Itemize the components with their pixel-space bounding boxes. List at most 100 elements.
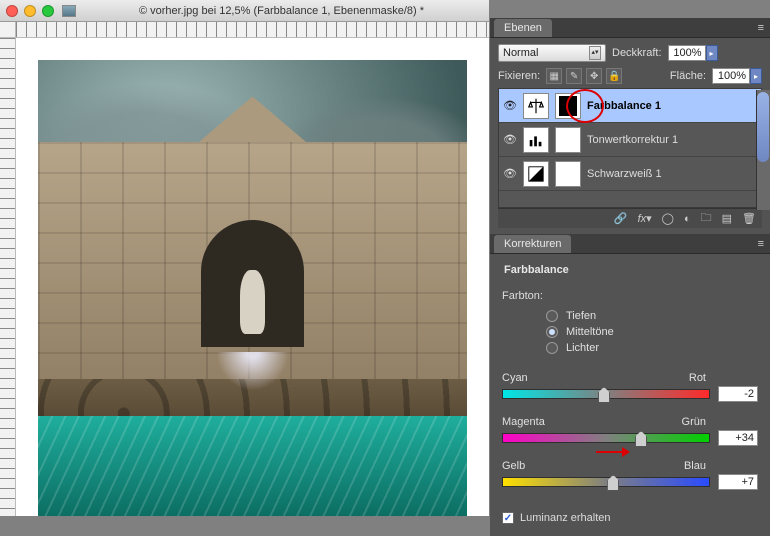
fill-input[interactable] <box>712 68 750 84</box>
layer-name-label: Farbbalance 1 <box>587 100 661 112</box>
layer-mask-thumb[interactable] <box>555 127 581 153</box>
document-proxy-icon[interactable] <box>62 5 76 17</box>
close-window-button[interactable] <box>6 5 18 17</box>
opacity-flyout-icon[interactable]: ▸ <box>706 45 718 61</box>
visibility-toggle-icon[interactable]: 👁 <box>503 99 517 113</box>
layer-name-label: Tonwertkorrektur 1 <box>587 134 678 146</box>
radio-label: Tiefen <box>566 310 596 322</box>
slider-track[interactable] <box>502 477 710 487</box>
adjustments-panel-body: Farbbalance Farbton: Tiefen Mitteltöne Lic… <box>490 254 770 536</box>
window-titlebar[interactable]: © vorher.jpg bei 12,5% (Farbbalance 1, E… <box>0 0 489 22</box>
radio-icon[interactable] <box>546 342 558 354</box>
tone-option-mitteltöne[interactable]: Mitteltöne <box>546 326 758 338</box>
link-layers-icon[interactable]: 🔗 <box>614 212 628 225</box>
preserve-luminosity-row[interactable]: ✓ Luminanz erhalten <box>502 512 758 524</box>
layer-row-farbbalance-1[interactable]: 👁 Farbbalance 1 <box>499 89 761 123</box>
document-image[interactable] <box>38 60 467 516</box>
radio-label: Mitteltöne <box>566 326 614 338</box>
blend-mode-select[interactable]: Normal ▴▾ <box>498 44 606 62</box>
slider-handle[interactable] <box>607 475 619 491</box>
zoom-window-button[interactable] <box>42 5 54 17</box>
slider-cyan-rot: Cyan Rot <box>502 372 758 402</box>
tone-label: Farbton: <box>502 290 543 302</box>
adjustment-thumb[interactable] <box>523 127 549 153</box>
tone-option-lichter[interactable]: Lichter <box>546 342 758 354</box>
slider-right-label: Rot <box>689 372 706 384</box>
adjustment-thumb[interactable] <box>523 93 549 119</box>
lock-transparency-icon[interactable]: ▦ <box>546 68 562 84</box>
ruler-origin[interactable] <box>0 22 16 38</box>
tab-ebenen[interactable]: Ebenen <box>494 19 552 37</box>
slider-handle[interactable] <box>598 387 610 403</box>
slider-handle[interactable] <box>635 431 647 447</box>
layers-footer: 🔗 fx▾ ◯ ◐ 🗀 ▤ 🗑 <box>498 208 762 228</box>
adjustments-panel: Korrekturen ≡ Farbbalance Farbton: Tiefe… <box>490 234 770 536</box>
adjustment-heading: Farbbalance <box>504 264 758 276</box>
lock-pixels-icon[interactable]: ✎ <box>566 68 582 84</box>
layers-panel-tabrow: Ebenen ≡ <box>490 18 770 38</box>
layer-fx-icon[interactable]: fx▾ <box>638 212 652 225</box>
visibility-toggle-icon[interactable]: 👁 <box>503 167 517 181</box>
opacity-input[interactable] <box>668 45 706 61</box>
layer-row-tonwertkorrektur-1[interactable]: 👁 Tonwertkorrektur 1 <box>499 123 761 157</box>
new-adjustment-icon[interactable]: ◐ <box>684 213 691 225</box>
lock-label: Fixieren: <box>498 70 540 82</box>
slider-magenta-grün: Magenta Grün <box>502 416 758 446</box>
tone-radio-group: Tiefen Mitteltöne Lichter <box>536 310 758 354</box>
slider-value-input[interactable] <box>718 474 758 490</box>
stepper-icon: ▴▾ <box>589 46 601 60</box>
fill-flyout-icon[interactable]: ▸ <box>750 68 762 84</box>
slider-value-input[interactable] <box>718 430 758 446</box>
slider-value-input[interactable] <box>718 386 758 402</box>
slider-track[interactable] <box>502 389 710 399</box>
slider-gelb-blau: Gelb Blau <box>502 460 758 490</box>
canvas-area[interactable] <box>0 22 489 516</box>
delete-layer-icon[interactable]: 🗑 <box>742 212 756 225</box>
lock-all-icon[interactable]: 🔒 <box>606 68 622 84</box>
visibility-toggle-icon[interactable]: 👁 <box>503 133 517 147</box>
slider-left-label: Cyan <box>502 372 528 384</box>
radio-icon[interactable] <box>546 326 558 338</box>
panel-dock: Ebenen ≡ Normal ▴▾ Deckkraft: ▸ Fixieren… <box>490 18 770 516</box>
slider-left-label: Magenta <box>502 416 545 428</box>
opacity-label: Deckkraft: <box>612 47 662 59</box>
layer-list[interactable]: 👁 Farbbalance 1 👁 Tonwertkorrektur 1 👁 Schwar… <box>498 88 762 208</box>
minimize-window-button[interactable] <box>24 5 36 17</box>
layer-mask-thumb[interactable] <box>555 93 581 119</box>
slider-right-label: Grün <box>682 416 706 428</box>
slider-left-label: Gelb <box>502 460 525 472</box>
annotation-arrow-icon <box>596 447 630 457</box>
horizontal-ruler[interactable] <box>16 22 489 38</box>
adjustments-panel-tabrow: Korrekturen ≡ <box>490 234 770 254</box>
preserve-luminosity-checkbox[interactable]: ✓ <box>502 512 514 524</box>
blend-mode-value: Normal <box>503 47 538 59</box>
new-group-icon[interactable]: 🗀 <box>701 209 712 228</box>
opacity-field[interactable]: ▸ <box>668 45 718 61</box>
color-balance-sliders: Cyan Rot Magenta Grün Gelb Blau <box>502 372 758 490</box>
tab-korrekturen[interactable]: Korrekturen <box>494 235 571 253</box>
layer-name-label: Schwarzweiß 1 <box>587 168 662 180</box>
vertical-ruler[interactable] <box>0 38 16 516</box>
radio-icon[interactable] <box>546 310 558 322</box>
fill-label: Fläche: <box>670 70 706 82</box>
layers-panel-menu-icon[interactable]: ≡ <box>758 22 764 34</box>
layers-panel-body: Normal ▴▾ Deckkraft: ▸ Fixieren: ▦ ✎ ✥ 🔒 <box>490 38 770 234</box>
layer-mask-thumb[interactable] <box>555 161 581 187</box>
lock-icons: ▦ ✎ ✥ 🔒 <box>546 68 622 84</box>
preserve-luminosity-label: Luminanz erhalten <box>520 512 611 524</box>
adjustment-thumb[interactable] <box>523 161 549 187</box>
add-mask-icon[interactable]: ◯ <box>662 212 674 225</box>
adjustments-panel-menu-icon[interactable]: ≡ <box>758 238 764 250</box>
slider-right-label: Blau <box>684 460 706 472</box>
window-controls <box>6 5 54 17</box>
window-title: © vorher.jpg bei 12,5% (Farbbalance 1, E… <box>80 5 483 17</box>
layers-panel: Ebenen ≡ Normal ▴▾ Deckkraft: ▸ Fixieren… <box>490 18 770 234</box>
layers-scrollbar-thumb[interactable] <box>757 92 769 162</box>
slider-track[interactable] <box>502 433 710 443</box>
tone-option-tiefen[interactable]: Tiefen <box>546 310 758 322</box>
layer-row-schwarzweiß-1[interactable]: 👁 Schwarzweiß 1 <box>499 157 761 191</box>
lock-position-icon[interactable]: ✥ <box>586 68 602 84</box>
new-layer-icon[interactable]: ▤ <box>722 212 732 225</box>
radio-label: Lichter <box>566 342 599 354</box>
fill-field[interactable]: ▸ <box>712 68 762 84</box>
